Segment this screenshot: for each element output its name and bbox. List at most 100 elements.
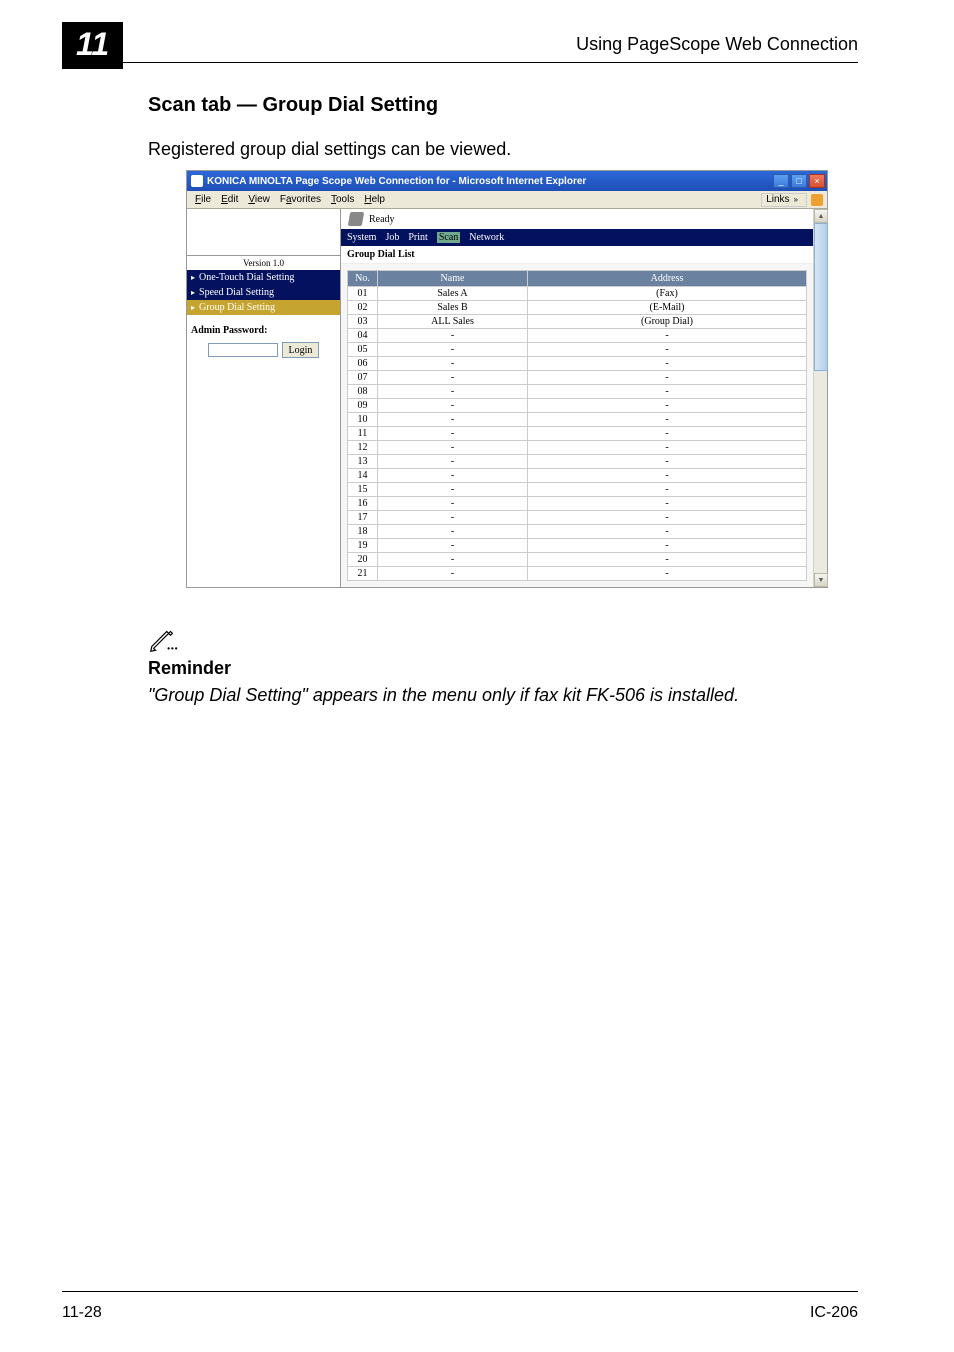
- cell-name: -: [378, 329, 528, 343]
- cell-no: 21: [348, 567, 378, 581]
- cell-no: 04: [348, 329, 378, 343]
- table-row: 10--: [348, 413, 807, 427]
- cell-address: -: [528, 525, 807, 539]
- cell-address: -: [528, 427, 807, 441]
- sidebar-item-label: Speed Dial Setting: [199, 287, 274, 298]
- cell-name: -: [378, 469, 528, 483]
- table-row: 17--: [348, 511, 807, 525]
- links-toolbar[interactable]: Links »: [761, 193, 807, 207]
- cell-name: -: [378, 427, 528, 441]
- cell-address: (E-Mail): [528, 301, 807, 315]
- cell-no: 08: [348, 385, 378, 399]
- admin-login-block: Admin Password: Login: [187, 315, 340, 368]
- maximize-button[interactable]: □: [791, 174, 807, 188]
- table-row: 16--: [348, 497, 807, 511]
- cell-address: -: [528, 357, 807, 371]
- scroll-thumb[interactable]: [814, 223, 828, 371]
- tab-system[interactable]: System: [347, 232, 376, 243]
- cell-no: 16: [348, 497, 378, 511]
- window-title: KONICA MINOLTA Page Scope Web Connection…: [207, 176, 586, 187]
- menu-tools[interactable]: Tools: [327, 194, 358, 205]
- cell-address: -: [528, 385, 807, 399]
- status-bar: Ready: [341, 209, 813, 229]
- cell-name: -: [378, 441, 528, 455]
- table-row: 21--: [348, 567, 807, 581]
- section-heading: Scan tab — Group Dial Setting: [148, 94, 834, 117]
- section-intro: Registered group dial settings can be vi…: [148, 139, 834, 160]
- sidebar-item-label: Group Dial Setting: [199, 302, 275, 313]
- cell-address: -: [528, 483, 807, 497]
- table-row: 01Sales A(Fax): [348, 287, 807, 301]
- cell-address: -: [528, 329, 807, 343]
- window-titlebar: KONICA MINOLTA Page Scope Web Connection…: [187, 171, 827, 191]
- footer-model: IC-206: [810, 1304, 858, 1322]
- cell-name: -: [378, 455, 528, 469]
- sidebar-item-group-dial[interactable]: ▸ Group Dial Setting: [187, 300, 340, 315]
- scroll-down-button[interactable]: ▼: [814, 573, 828, 587]
- cell-address: -: [528, 539, 807, 553]
- cell-address: -: [528, 413, 807, 427]
- cell-no: 14: [348, 469, 378, 483]
- admin-password-label: Admin Password:: [191, 325, 336, 336]
- printer-status-icon: [348, 212, 364, 226]
- cell-no: 01: [348, 287, 378, 301]
- cell-address: -: [528, 497, 807, 511]
- tab-network[interactable]: Network: [469, 232, 504, 243]
- cell-name: Sales A: [378, 287, 528, 301]
- col-header-no: No.: [348, 271, 378, 287]
- minimize-button[interactable]: _: [773, 174, 789, 188]
- cell-no: 18: [348, 525, 378, 539]
- tab-print[interactable]: Print: [408, 232, 427, 243]
- sidebar-item-speed-dial[interactable]: ▸ Speed Dial Setting: [187, 285, 340, 300]
- admin-password-input[interactable]: [208, 343, 278, 357]
- tab-job[interactable]: Job: [385, 232, 399, 243]
- arrow-icon: ▸: [191, 288, 195, 297]
- cell-name: -: [378, 413, 528, 427]
- menubar: File Edit View Favorites Tools Help Link…: [187, 191, 827, 209]
- cell-no: 09: [348, 399, 378, 413]
- note-pencil-icon: [148, 624, 178, 654]
- table-row: 02Sales B(E-Mail): [348, 301, 807, 315]
- col-header-name: Name: [378, 271, 528, 287]
- sidebar-item-one-touch[interactable]: ▸ One-Touch Dial Setting: [187, 270, 340, 285]
- cell-no: 05: [348, 343, 378, 357]
- arrow-icon: ▸: [191, 273, 195, 282]
- table-row: 20--: [348, 553, 807, 567]
- menu-view[interactable]: View: [244, 194, 274, 205]
- cell-name: -: [378, 483, 528, 497]
- menu-file[interactable]: File: [191, 194, 215, 205]
- cell-no: 19: [348, 539, 378, 553]
- cell-name: -: [378, 371, 528, 385]
- sidebar: Version 1.0 ▸ One-Touch Dial Setting ▸ S…: [187, 209, 341, 587]
- close-button[interactable]: ×: [809, 174, 825, 188]
- menu-help[interactable]: Help: [360, 194, 389, 205]
- table-row: 04--: [348, 329, 807, 343]
- cell-no: 10: [348, 413, 378, 427]
- screenshot-window: KONICA MINOLTA Page Scope Web Connection…: [186, 170, 828, 588]
- menu-edit[interactable]: Edit: [217, 194, 242, 205]
- cell-name: -: [378, 567, 528, 581]
- tab-scan[interactable]: Scan: [437, 232, 460, 243]
- links-chevron-icon: »: [794, 195, 798, 204]
- footer-rule: [62, 1291, 858, 1292]
- scroll-up-button[interactable]: ▲: [814, 209, 828, 223]
- table-row: 15--: [348, 483, 807, 497]
- cell-address: -: [528, 455, 807, 469]
- menu-favorites[interactable]: Favorites: [276, 194, 325, 205]
- pane-body: No. Name Address 01Sales A(Fax)02Sales B…: [341, 264, 813, 587]
- cell-no: 03: [348, 315, 378, 329]
- table-row: 12--: [348, 441, 807, 455]
- cell-name: -: [378, 399, 528, 413]
- sidebar-item-label: One-Touch Dial Setting: [199, 272, 294, 283]
- scrollbar-track[interactable]: ▲ ▼: [813, 209, 827, 587]
- cell-address: -: [528, 567, 807, 581]
- cell-address: -: [528, 511, 807, 525]
- cell-name: -: [378, 525, 528, 539]
- arrow-icon: ▸: [191, 303, 195, 312]
- login-button[interactable]: Login: [282, 342, 320, 358]
- cell-address: -: [528, 399, 807, 413]
- cell-name: -: [378, 539, 528, 553]
- cell-no: 12: [348, 441, 378, 455]
- table-row: 11--: [348, 427, 807, 441]
- cell-address: (Fax): [528, 287, 807, 301]
